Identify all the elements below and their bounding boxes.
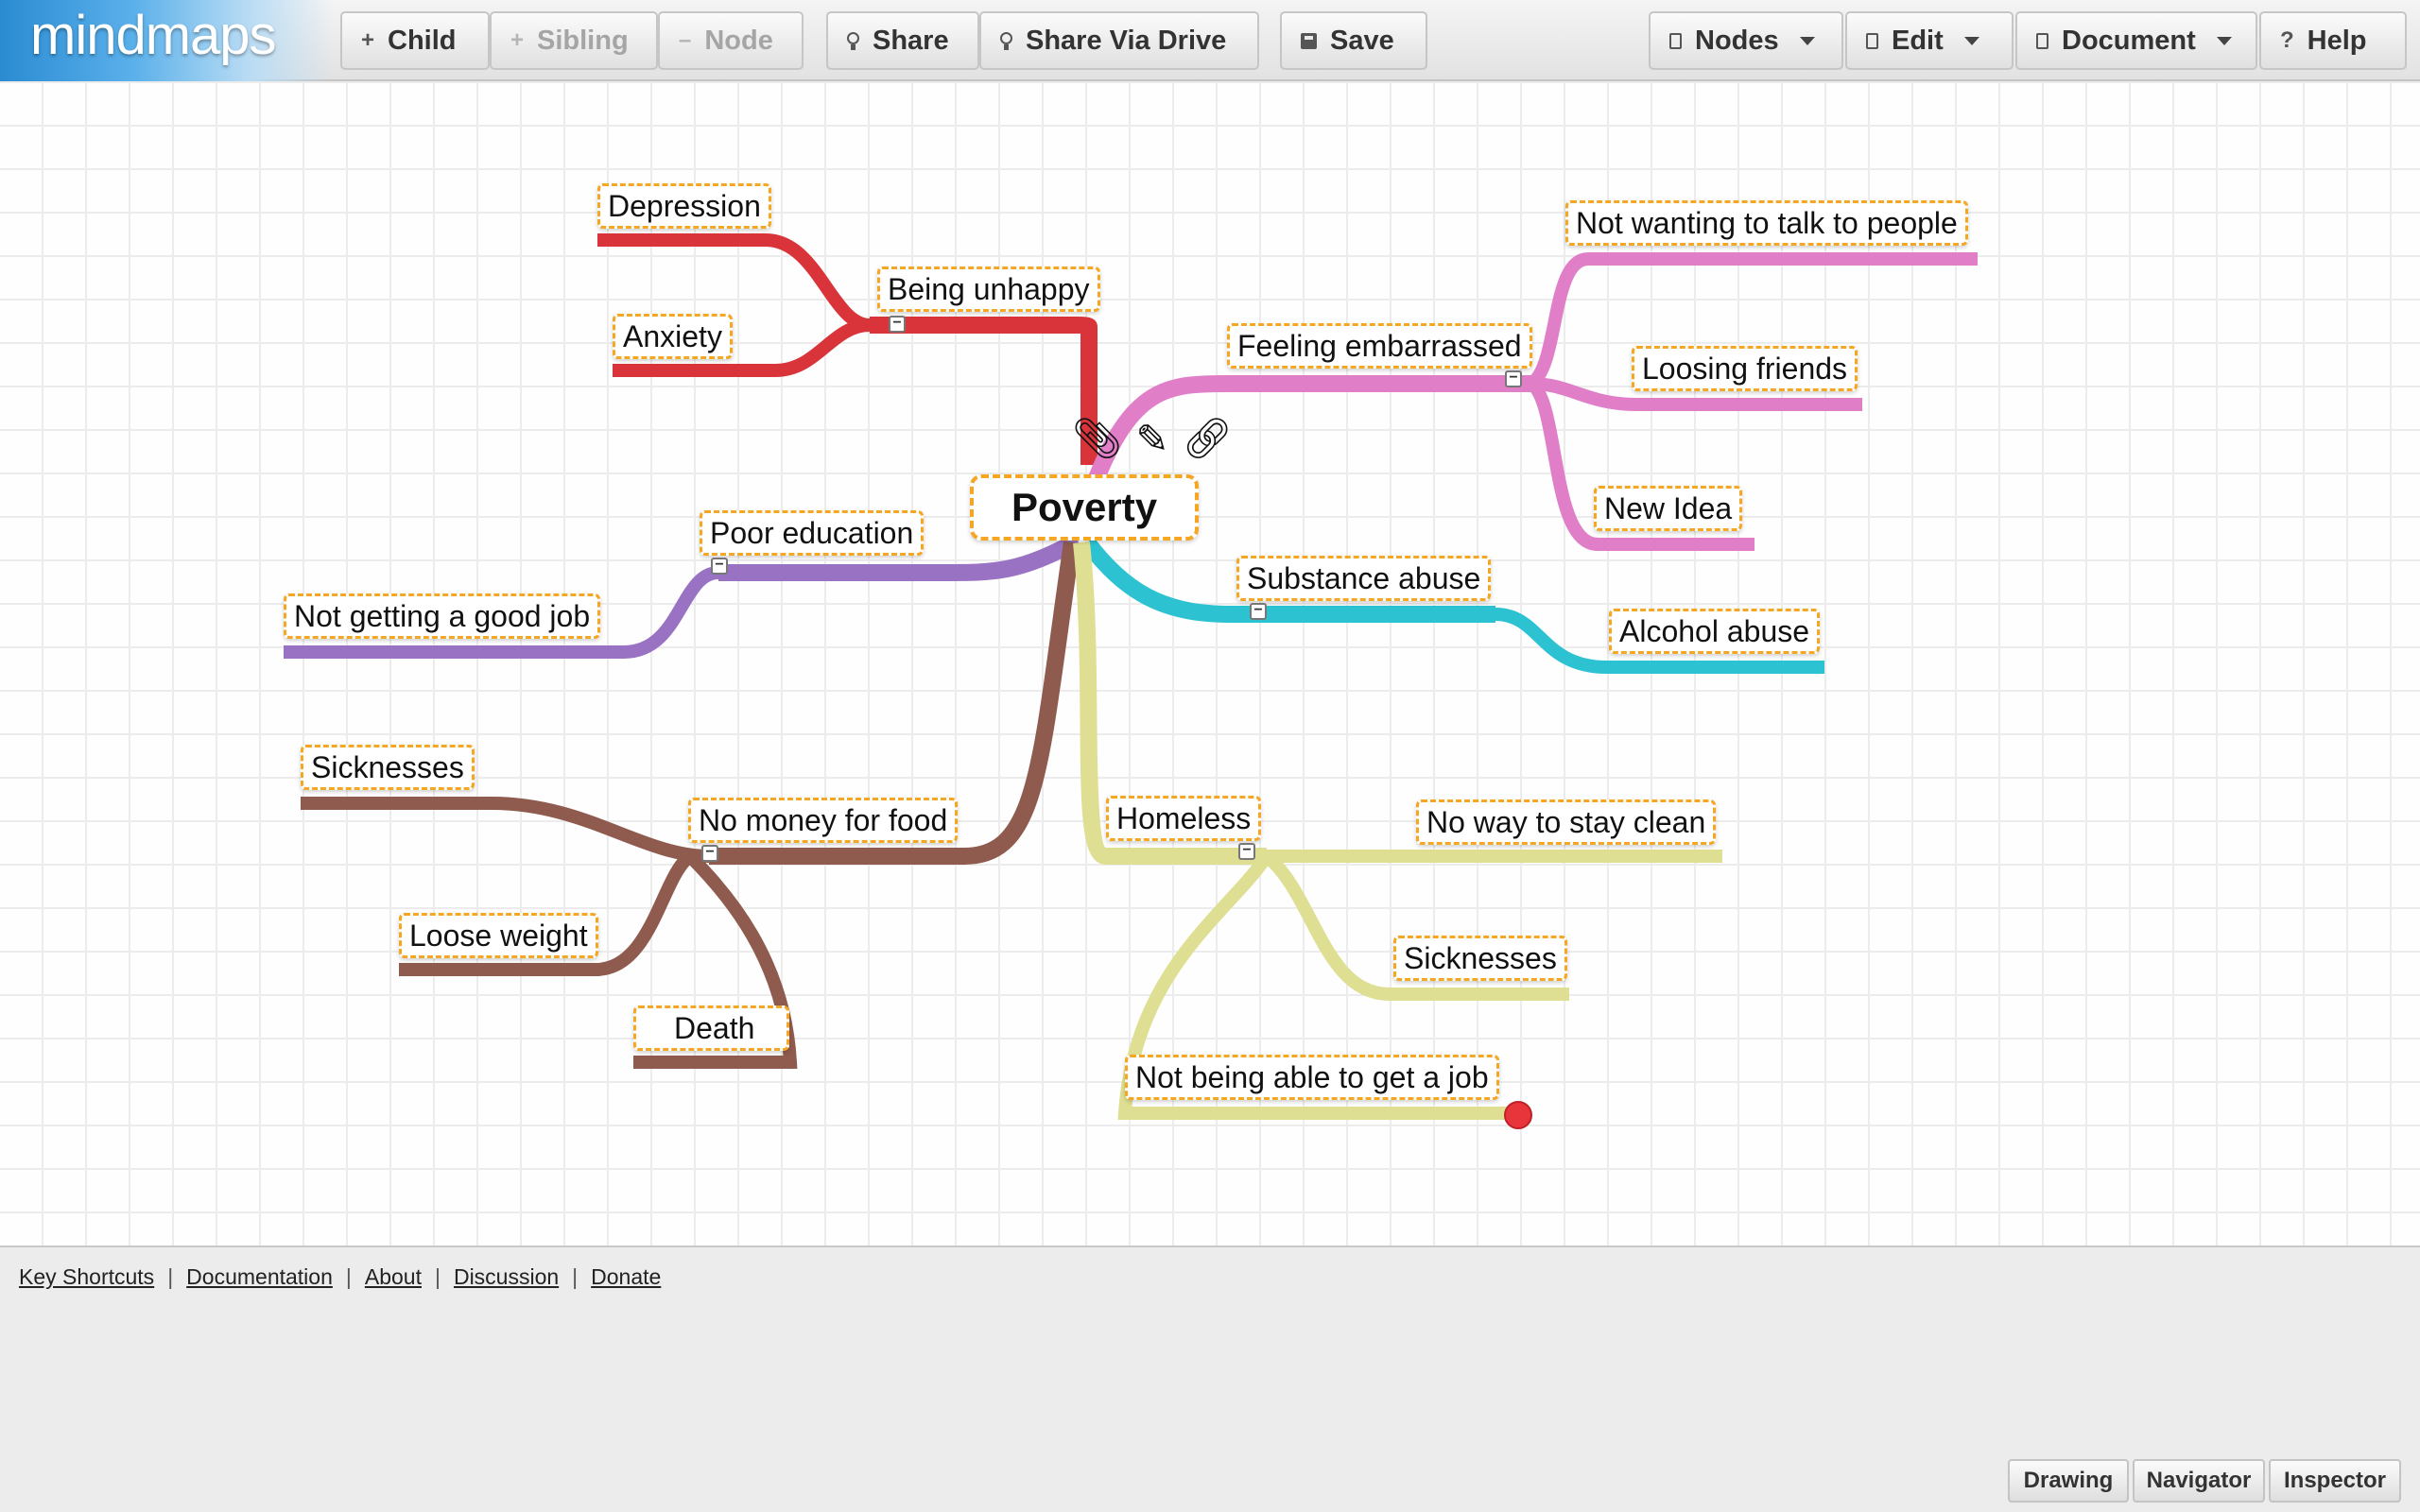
document-menu-button[interactable]: Document	[2015, 11, 2257, 70]
add-sibling-button[interactable]: + Sibling	[490, 11, 658, 70]
discussion-link[interactable]: Discussion	[454, 1264, 559, 1290]
footer-separator: |	[434, 1264, 441, 1289]
app-logo: mindmaps	[0, 0, 333, 81]
lightbulb-icon	[847, 31, 859, 50]
share-via-drive-label: Share Via Drive	[1026, 25, 1227, 56]
collapse-toggle[interactable]: −	[701, 845, 718, 862]
node-feeling-embarrassed[interactable]: Feeling embarrassed	[1227, 323, 1532, 369]
mindmap-canvas[interactable]: Poverty 📎︎ ✎︎ 🔗︎ Being unhappy − Depress…	[0, 81, 2420, 1247]
node-not-being-able-to-get-a-job[interactable]: Not being able to get a job	[1125, 1055, 1499, 1100]
inspector-panel-button[interactable]: Inspector	[2269, 1459, 2401, 1503]
link-icon[interactable]: 🔗︎	[1183, 416, 1233, 462]
document-menu-label: Document	[2062, 25, 2196, 56]
drawing-panel-button[interactable]: Drawing	[2008, 1459, 2129, 1503]
node-death[interactable]: Death	[633, 1005, 790, 1051]
nodes-menu-label: Nodes	[1695, 25, 1779, 56]
node-being-unhappy[interactable]: Being unhappy	[877, 266, 1100, 312]
minus-icon: –	[679, 27, 692, 53]
node-anxiety[interactable]: Anxiety	[613, 314, 733, 359]
caret-down-icon	[1963, 36, 1979, 45]
share-label: Share	[873, 25, 949, 56]
question-icon: ?	[2280, 27, 2294, 53]
app-title: mindmaps	[30, 5, 277, 66]
node-substance-abuse[interactable]: Substance abuse	[1236, 556, 1492, 601]
edit-menu-label: Edit	[1892, 25, 1944, 56]
document-icon	[2036, 32, 2048, 49]
node-no-money-for-food[interactable]: No money for food	[688, 798, 959, 843]
add-child-label: Child	[388, 25, 457, 56]
document-icon	[1669, 32, 1682, 49]
save-label: Save	[1330, 25, 1394, 56]
footer-links: Key Shortcuts | Documentation | About | …	[19, 1264, 661, 1290]
collapse-toggle[interactable]: −	[889, 316, 906, 333]
drag-handle-dot[interactable]	[1504, 1101, 1532, 1129]
nodes-menu-button[interactable]: Nodes	[1649, 11, 1843, 70]
share-button[interactable]: Share	[826, 11, 979, 70]
node-not-wanting-to-talk[interactable]: Not wanting to talk to people	[1565, 200, 1968, 246]
about-link[interactable]: About	[365, 1264, 422, 1290]
collapse-toggle[interactable]: −	[1250, 603, 1267, 620]
delete-node-label: Node	[704, 25, 773, 56]
delete-node-button[interactable]: – Node	[658, 11, 804, 70]
link-sicknesses-1	[301, 797, 710, 863]
footer-separator: |	[345, 1264, 352, 1289]
collapse-toggle[interactable]: −	[1238, 843, 1255, 860]
plus-icon: +	[361, 27, 375, 53]
navigator-panel-button[interactable]: Navigator	[2133, 1459, 2265, 1503]
collapse-toggle[interactable]: −	[711, 558, 728, 575]
node-new-idea[interactable]: New Idea	[1594, 486, 1743, 531]
link-being-unhappy	[870, 317, 1098, 465]
edit-menu-button[interactable]: Edit	[1845, 11, 2014, 70]
collapse-toggle[interactable]: −	[1505, 370, 1522, 387]
node-no-way-to-stay-clean[interactable]: No way to stay clean	[1416, 799, 1717, 845]
node-not-getting-good-job[interactable]: Not getting a good job	[284, 593, 601, 639]
key-shortcuts-link[interactable]: Key Shortcuts	[19, 1264, 154, 1290]
edit-note-icon[interactable]: ✎︎	[1135, 416, 1168, 462]
document-icon	[1866, 32, 1878, 49]
help-button[interactable]: ? Help	[2259, 11, 2407, 70]
floppy-disk-icon	[1301, 32, 1317, 49]
help-label: Help	[2307, 25, 2367, 56]
caret-down-icon	[2216, 36, 2232, 45]
caret-down-icon	[1799, 36, 1815, 45]
footer-separator: |	[167, 1264, 174, 1289]
node-poor-education[interactable]: Poor education	[700, 510, 925, 556]
node-depression[interactable]: Depression	[597, 183, 771, 229]
node-homeless[interactable]: Homeless	[1106, 796, 1262, 841]
plus-icon: +	[510, 27, 525, 53]
node-sicknesses[interactable]: Sicknesses	[301, 745, 475, 790]
save-button[interactable]: Save	[1280, 11, 1427, 70]
add-sibling-label: Sibling	[537, 25, 629, 56]
donate-link[interactable]: Donate	[591, 1264, 661, 1290]
footer-separator: |	[572, 1264, 579, 1289]
add-child-button[interactable]: + Child	[340, 11, 490, 70]
paperclip-icon[interactable]: 📎︎	[1072, 416, 1122, 462]
link-depression	[597, 233, 872, 332]
root-node-poverty[interactable]: Poverty	[970, 474, 1200, 541]
documentation-link[interactable]: Documentation	[186, 1264, 333, 1290]
node-sicknesses[interactable]: Sicknesses	[1393, 936, 1567, 981]
toolbar: mindmaps + Child + Sibling – Node Share …	[0, 0, 2420, 81]
node-toolbar: 📎︎ ✎︎ 🔗︎	[1072, 416, 1233, 462]
node-loose-weight[interactable]: Loose weight	[399, 913, 598, 958]
node-alcohol-abuse[interactable]: Alcohol abuse	[1609, 609, 1821, 654]
lightbulb-icon	[1000, 31, 1012, 50]
share-via-drive-button[interactable]: Share Via Drive	[979, 11, 1259, 70]
node-loosing-friends[interactable]: Loosing friends	[1632, 346, 1858, 391]
